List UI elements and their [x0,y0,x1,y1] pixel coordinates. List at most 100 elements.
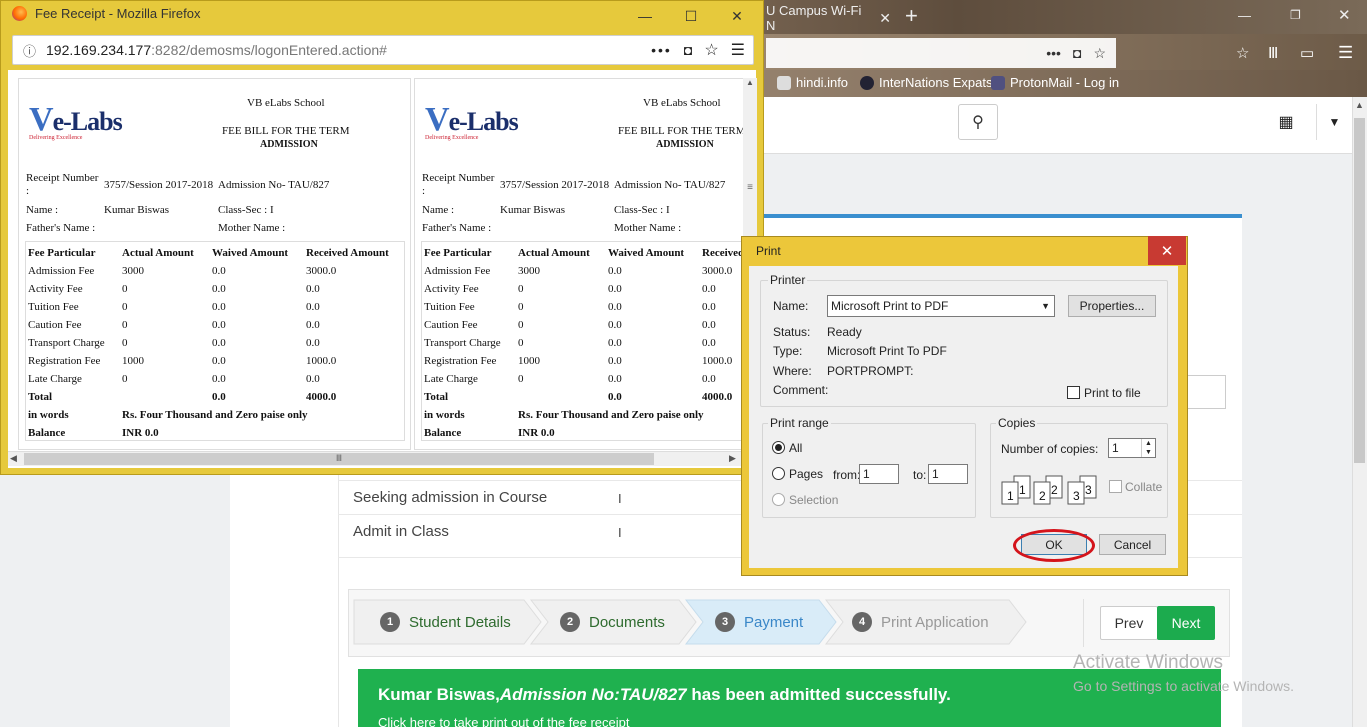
scroll-right-icon[interactable]: ▶ [729,453,736,464]
scroll-left-icon[interactable]: ◀ [10,453,17,464]
print-receipt-link[interactable]: Click here to take print out of the fee … [378,715,1201,727]
browser-tab[interactable]: U Campus Wi-Fi N ✕ [766,3,891,33]
svg-text:2: 2 [1051,483,1058,497]
student-name: Kumar Biswas [104,204,170,216]
print-dialog-title: Print [756,244,781,258]
receipt-horizontal-scrollbar[interactable]: ◀ Ⅲ ▶ [8,451,742,466]
receipt-number: 3757/Session 2017-2018 [104,179,214,191]
copies-spinner[interactable]: 1 ▲ ▼ [1108,438,1156,458]
collate-checkbox[interactable] [1109,480,1122,493]
bookmark-favicon-icon [860,75,874,90]
fee-cell: 0 [122,337,128,349]
prev-button[interactable]: Prev [1100,606,1158,640]
more-icon[interactable]: ••• [1046,45,1061,61]
user-menu-toggle[interactable]: ▼ [1316,104,1352,140]
bookmark-star-icon[interactable]: ☆ [704,40,718,60]
range-pages-radio[interactable] [772,467,785,480]
fee-cell: Actual Amount [518,247,590,259]
step-documents[interactable]: 2 Documents [560,600,665,644]
fee-cell: 0.0 [212,319,226,331]
fee-cell: Actual Amount [122,247,194,259]
dialog-close-icon[interactable]: ✕ [1148,236,1186,265]
bookmark-internations[interactable]: InterNations Expats [860,75,992,90]
fee-cell: Transport Charge [28,337,105,349]
print-range-title: Print range [768,416,831,430]
fee-table-row: Transport Charge 0 0.0 0.0 [422,334,743,352]
pocket-icon[interactable]: ◘ [1073,45,1081,61]
school-logo: Ve-Labs Delivering Excellence [29,101,123,141]
close-tab-icon[interactable]: ✕ [879,10,891,27]
fee-cell: 0.0 [608,319,622,331]
search-button[interactable]: ⚲ [958,104,998,140]
to-page-input[interactable]: 1 [928,464,968,484]
school-name: VB eLabs School [247,97,325,109]
receipt-minimize-icon[interactable]: — [622,0,668,32]
firefox-icon [12,6,27,21]
bookmark-star-icon[interactable]: ☆ [1093,45,1106,62]
range-selection-radio[interactable] [772,493,785,506]
step-payment[interactable]: 3 Payment [715,600,803,644]
fee-cell: Tuition Fee [424,301,475,313]
fee-cell: Total [424,391,449,403]
receipt-address-bar[interactable]: ⓘ 192.169.234.177:8282/demosms/logonEnte… [12,35,754,65]
library-icon[interactable]: Ⅲ [1268,44,1278,62]
class-section: Class-Sec : I [614,204,670,216]
printer-select[interactable]: Microsoft Print to PDF ▼ [827,295,1055,317]
receipt-window-title: Fee Receipt - Mozilla Firefox [35,6,201,21]
bookmark-protonmail[interactable]: ProtonMail - Log in [991,75,1119,90]
new-tab-icon[interactable]: + [905,3,918,29]
next-button[interactable]: Next [1157,606,1215,640]
more-icon[interactable]: ••• [651,42,672,58]
pocket-icon[interactable]: ◘ [684,42,692,58]
fee-table-row: Activity Fee 0 0.0 0.0 [26,280,406,298]
fee-cell: 0.0 [212,265,226,277]
admission-number: Admission No- TAU/827 [614,179,726,191]
step-student-details[interactable]: 1 Student Details [380,600,511,644]
hamburger-menu-icon[interactable]: ☰ [1338,43,1353,63]
sidebar-icon[interactable]: ▭ [1300,44,1314,62]
fee-cell: 1000 [122,355,144,367]
scrollbar-thumb[interactable]: Ⅲ [24,453,654,465]
fee-table-row: Admission Fee 3000 0.0 3000.0 [422,262,743,280]
fee-table-row: Tuition Fee 0 0.0 0.0 [422,298,743,316]
close-window-icon[interactable]: ✕ [1338,6,1351,24]
fee-cell: 0.0 [702,319,716,331]
scroll-up-icon[interactable]: ▲ [743,78,757,87]
scrollbar-thumb[interactable] [1354,118,1365,463]
range-all-radio[interactable] [772,441,785,454]
fee-cell: 0.0 [702,283,716,295]
scroll-grip-icon[interactable]: ≡ [743,182,757,193]
apps-grid-button[interactable]: ▦ [1268,104,1304,140]
student-name: Kumar Biswas, [378,685,500,704]
minimize-icon[interactable]: — [1238,8,1251,23]
scroll-up-icon[interactable]: ▲ [1352,100,1367,114]
info-icon[interactable]: ⓘ [23,41,36,60]
maximize-icon[interactable]: ❐ [1290,8,1301,22]
fee-cell: 1000.0 [702,355,733,367]
download-icon[interactable]: ☆ [1236,44,1249,62]
fee-cell: 0.0 [306,319,320,331]
fee-cell: 0 [518,319,524,331]
properties-button[interactable]: Properties... [1068,295,1156,317]
cancel-button[interactable]: Cancel [1099,534,1166,555]
fee-cell: 0 [518,373,524,385]
print-to-file-checkbox[interactable] [1067,386,1080,399]
svg-text:3: 3 [1085,483,1092,497]
range-pages-label: Pages [789,467,824,481]
fee-cell: 0 [122,301,128,313]
address-bar-end[interactable]: ••• ◘ ☆ [766,38,1116,68]
fee-cell: 4000.0 [306,391,337,403]
bookmark-hindi[interactable]: hindi.info [777,75,848,90]
fee-cell: Total [28,391,53,403]
spinner-arrows-icon[interactable]: ▲ ▼ [1141,439,1155,457]
field-label-class: Admit in Class [353,523,449,540]
fee-cell: Late Charge [424,373,478,385]
hamburger-menu-icon[interactable]: ☰ [731,40,745,60]
fee-cell: Admission Fee [28,265,95,277]
receipt-maximize-icon[interactable]: ☐ [668,0,714,32]
step-print-application[interactable]: 4 Print Application [852,600,989,644]
receipt-number-label: Receipt Number: [422,172,495,197]
from-page-input[interactable]: 1 [859,464,899,484]
mother-name-label: Mother Name : [218,222,286,234]
receipt-close-icon[interactable]: ✕ [714,0,760,32]
